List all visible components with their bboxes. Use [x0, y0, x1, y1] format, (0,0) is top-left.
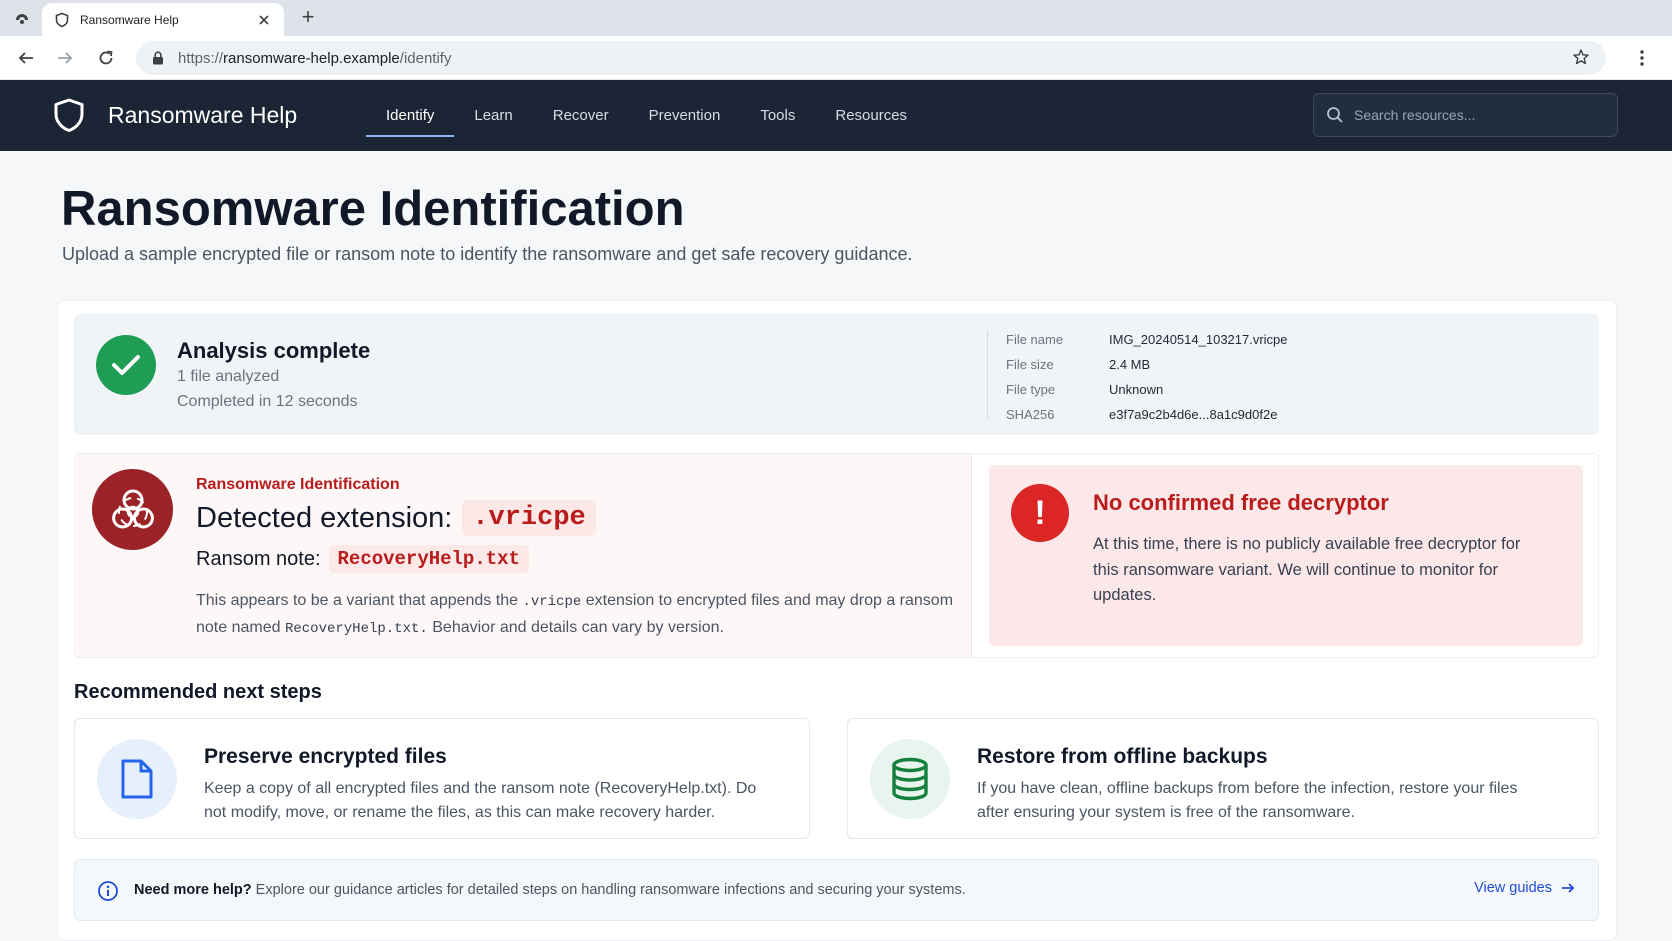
view-guides-label: View guides [1474, 880, 1552, 896]
reload-icon[interactable] [94, 46, 118, 70]
meta-value: e3f7a9c2b4d6e...8a1c9d0f2e [1109, 407, 1278, 422]
site-header: Ransomware Help Identify Learn Recover P… [0, 80, 1672, 151]
step-card-preserve[interactable]: Preserve encrypted files Keep a copy of … [74, 718, 810, 839]
profile-icon[interactable] [12, 8, 32, 28]
browser-tab-bar: Ransomware Help + [0, 0, 1672, 36]
bookmark-star-icon[interactable] [1572, 48, 1592, 68]
analysis-title: Analysis complete [177, 338, 371, 363]
meta-row-file-name: File name IMG_20240514_103217.vricpe [1006, 327, 1288, 352]
analysis-summary: Analysis complete 1 file analyzed Comple… [74, 314, 1599, 435]
help-description: Explore our guidance articles for detail… [255, 882, 966, 898]
file-icon [97, 739, 177, 819]
detection-description: This appears to be a variant that append… [196, 588, 956, 642]
address-bar[interactable]: https://ransomware-help.example/identify [136, 41, 1606, 75]
meta-label: File size [1006, 357, 1054, 372]
url-domain: ransomware-help.example [223, 49, 400, 67]
browser-menu-icon[interactable] [1632, 46, 1652, 70]
meta-row-file-size: File size 2.4 MB [1006, 352, 1288, 377]
step-title: Preserve encrypted files [204, 745, 447, 768]
desc-note: RecoveryHelp.txt. [284, 621, 428, 637]
help-strong: Need more help? [134, 882, 252, 898]
main-nav: Identify Learn Recover Prevention Tools … [366, 80, 927, 151]
tab-title: Ransomware Help [80, 12, 179, 27]
check-circle-icon [96, 335, 156, 395]
info-icon [97, 880, 119, 902]
meta-value: IMG_20240514_103217.vricpe [1109, 332, 1288, 347]
decryptor-alert: ! No confirmed free decryptor At this ti… [989, 465, 1583, 646]
meta-label: File name [1006, 332, 1064, 347]
extension-row: Detected extension: .vricpe [196, 500, 596, 536]
ransom-note-value: RecoveryHelp.txt [328, 545, 529, 573]
divider [987, 330, 988, 420]
step-card-backups[interactable]: Restore from offline backups If you have… [847, 718, 1599, 839]
search-input[interactable] [1354, 107, 1605, 123]
extension-value: .vricpe [462, 500, 596, 536]
nav-learn[interactable]: Learn [454, 80, 532, 151]
shield-favicon-icon [54, 12, 70, 28]
desc-extension: .vricpe [522, 594, 582, 610]
recommended-heading: Recommended next steps [74, 681, 322, 703]
url-path: /identify [399, 49, 452, 67]
browser-tab[interactable]: Ransomware Help [42, 3, 284, 36]
url-text: https://ransomware-help.example/identify [178, 50, 1572, 67]
page-subtitle: Upload a sample encrypted file or ransom… [62, 244, 913, 264]
files-analyzed: 1 file analyzed [177, 368, 280, 385]
url-scheme: https:// [178, 49, 224, 67]
biohazard-icon [92, 469, 173, 550]
nav-prevention[interactable]: Prevention [629, 80, 741, 151]
detection-kicker: Ransomware Identification [196, 476, 400, 493]
meta-label: File type [1006, 382, 1056, 397]
completion-time: Completed in 12 seconds [177, 393, 358, 410]
help-text: Need more help? Explore our guidance art… [134, 882, 966, 898]
decryptor-body: At this time, there is no publicly avail… [1093, 535, 1521, 604]
meta-label: SHA256 [1006, 407, 1055, 422]
ransom-note-label: Ransom note: [196, 547, 321, 570]
nav-recover[interactable]: Recover [533, 80, 629, 151]
back-arrow-icon[interactable] [14, 46, 38, 70]
tab-close-icon[interactable] [256, 12, 272, 28]
forward-arrow-icon[interactable] [53, 46, 77, 70]
meta-value: 2.4 MB [1109, 357, 1151, 372]
alert-icon: ! [1011, 484, 1069, 542]
brand-name[interactable]: Ransomware Help [108, 102, 297, 129]
file-metadata: File name IMG_20240514_103217.vricpe Fil… [1006, 327, 1288, 427]
step-description: If you have clean, offline backups from … [977, 780, 1518, 821]
shield-logo-icon[interactable] [52, 97, 86, 133]
search-box[interactable] [1313, 93, 1618, 137]
detection-details: Ransomware Identification Detected exten… [75, 454, 972, 657]
step-description: Keep a copy of all encrypted files and t… [204, 780, 757, 821]
ransom-note-row: Ransom note: RecoveryHelp.txt [196, 545, 529, 573]
desc-text: This appears to be a variant that append… [196, 592, 518, 609]
decryptor-title: No confirmed free decryptor [1093, 490, 1389, 515]
page-title: Ransomware Identification [61, 182, 685, 236]
step-title: Restore from offline backups [977, 745, 1268, 768]
extension-label: Detected extension: [196, 501, 453, 534]
nav-tools[interactable]: Tools [740, 80, 815, 151]
search-icon [1326, 106, 1344, 124]
meta-value: Unknown [1109, 382, 1164, 397]
desc-text: Behavior and details can vary by version… [432, 619, 724, 636]
new-tab-button[interactable]: + [298, 6, 318, 29]
meta-row-sha256: SHA256 e3f7a9c2b4d6e...8a1c9d0f2e [1006, 402, 1288, 427]
detection-panel: Ransomware Identification Detected exten… [74, 453, 1599, 658]
nav-identify[interactable]: Identify [366, 80, 455, 151]
view-guides-link[interactable]: View guides [1474, 880, 1576, 896]
help-banner: Need more help? Explore our guidance art… [74, 859, 1599, 921]
lock-icon[interactable] [150, 50, 166, 66]
browser-toolbar: https://ransomware-help.example/identify [0, 36, 1672, 80]
nav-resources[interactable]: Resources [815, 80, 927, 151]
database-icon [870, 739, 950, 819]
meta-row-file-type: File type Unknown [1006, 377, 1288, 402]
arrow-right-icon [1560, 880, 1576, 896]
